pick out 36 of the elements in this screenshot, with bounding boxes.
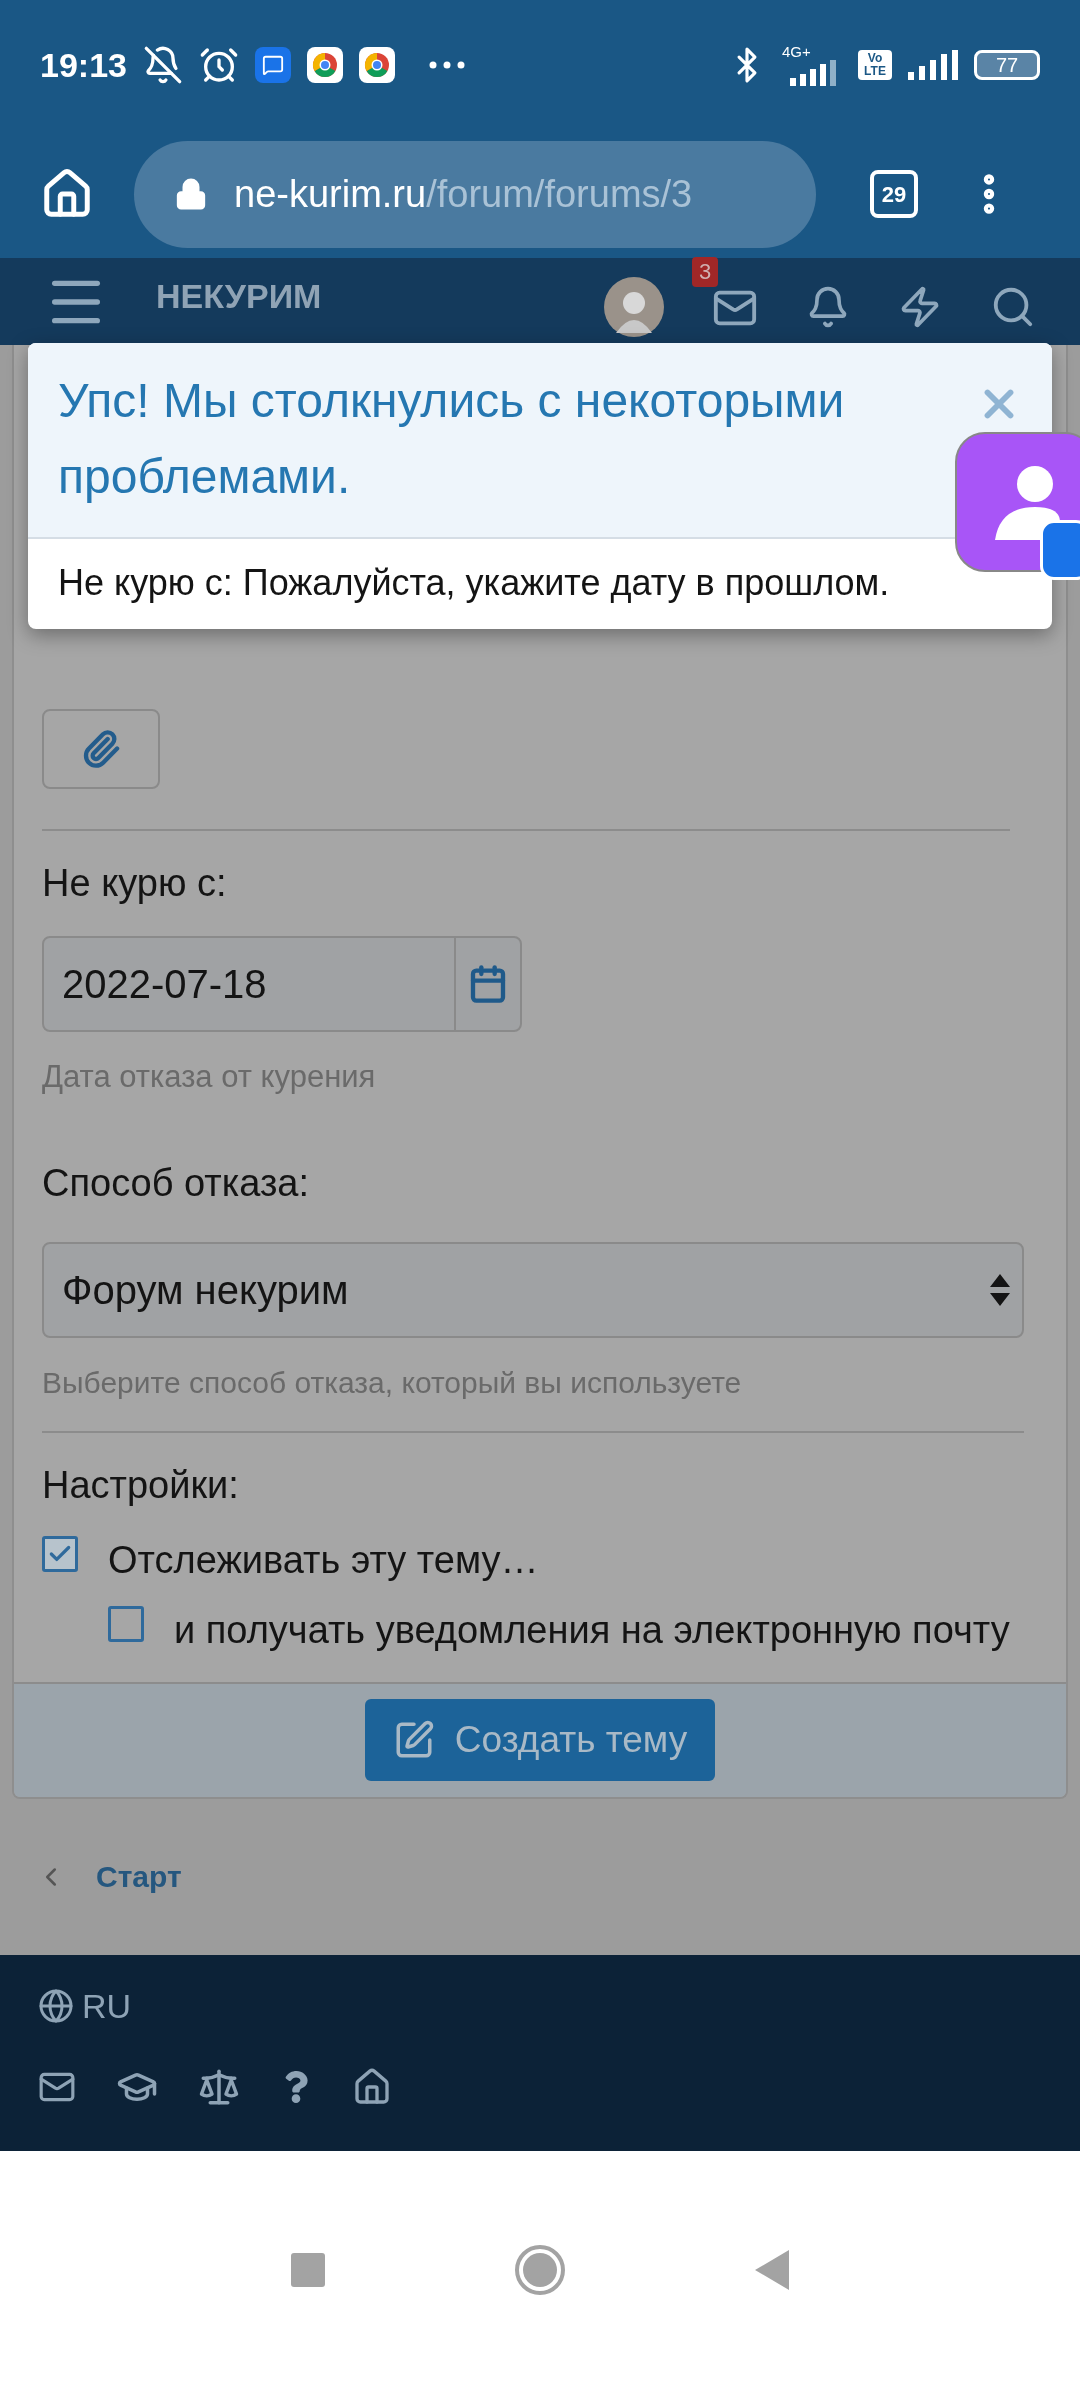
more-notifications-icon — [428, 61, 465, 69]
sort-arrows-icon — [990, 1273, 1010, 1306]
checkbox[interactable] — [108, 1605, 144, 1642]
network-type: 4G+ — [782, 44, 811, 60]
create-topic-button[interactable]: Создать тему — [365, 1699, 715, 1781]
muted-bell-icon — [142, 45, 183, 85]
dialog-message: Не курю с: Пожалуйста, укажите дату в прошлом. — [57, 561, 891, 605]
avatar[interactable] — [604, 276, 664, 337]
notification-badge: 3 — [692, 256, 719, 287]
alarm-icon — [198, 45, 239, 85]
volte-indicator: Vo LTE — [858, 50, 892, 80]
lock-icon — [174, 177, 208, 211]
address-bar[interactable]: ne-kurim.ru/forum/forums/3 — [134, 140, 816, 248]
url-text: ne-kurim.ru/forum/forums/3 — [234, 171, 693, 217]
paperclip-icon — [81, 729, 121, 769]
checkbox-label: Отслеживать эту тему… — [108, 1537, 539, 1583]
status-time: 19:13 — [40, 44, 127, 86]
checkbox[interactable] — [42, 1535, 78, 1572]
messages-app-icon — [254, 47, 291, 83]
chrome-icon — [358, 47, 395, 83]
field-label: Способ отказа: — [42, 1160, 311, 1206]
dialog-title: Упс! Мы столкнулись с некоторыми проблемами. — [58, 373, 846, 505]
checkbox-label: и получать уведомления на электронную почту — [174, 1607, 1010, 1653]
method-select[interactable]: Форум некурим — [42, 1241, 1024, 1338]
home-icon[interactable] — [352, 2066, 392, 2107]
site-logo[interactable]: НЕКУРИМ — [156, 271, 322, 322]
settings-label: Настройки: — [42, 1462, 240, 1508]
chrome-icon — [306, 47, 343, 83]
field-label: Не курю с: — [42, 861, 228, 906]
attach-button[interactable] — [42, 709, 160, 789]
globe-icon — [38, 1988, 74, 2024]
field-hint: Дата отказа от курения — [42, 1058, 377, 1096]
tab-count-button[interactable]: 29 — [870, 170, 918, 218]
signal-icon — [908, 50, 958, 80]
battery-indicator: 77 — [974, 50, 1040, 80]
field-hint: Выберите способ отказа, который вы используете — [42, 1364, 743, 1401]
